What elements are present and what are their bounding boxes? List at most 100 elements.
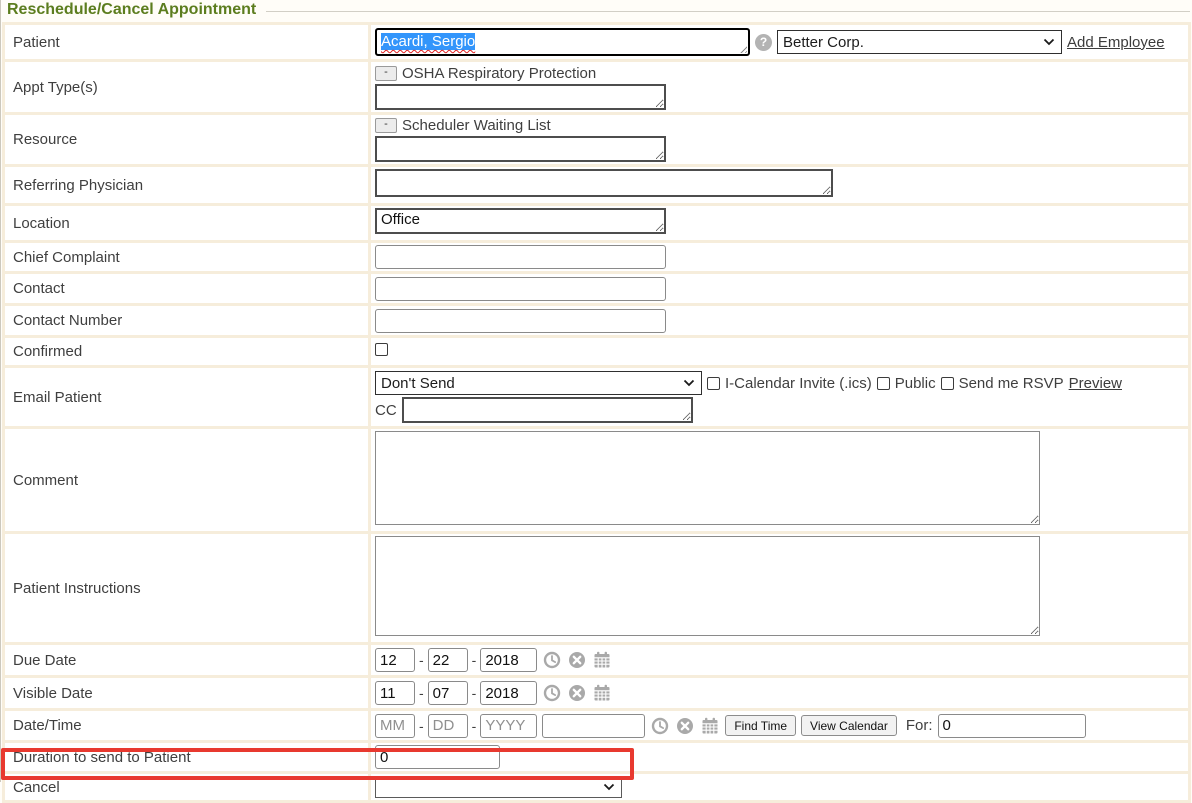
visible-date-clear-icon[interactable] <box>567 683 587 703</box>
company-select[interactable]: Better Corp. <box>777 30 1062 54</box>
duration-input[interactable] <box>375 745 500 769</box>
date-time-month-input[interactable] <box>375 714 415 738</box>
location-label: Location <box>13 215 70 232</box>
date-time-calendar-icon[interactable] <box>700 716 720 736</box>
visible-date-month-input[interactable] <box>375 681 415 705</box>
date-separator: - <box>419 652 424 668</box>
date-separator: - <box>419 685 424 701</box>
help-icon[interactable]: ? <box>755 34 772 51</box>
referring-physician-label: Referring Physician <box>13 177 143 194</box>
contact-input[interactable] <box>375 277 666 301</box>
form-header: Reschedule/Cancel Appointment <box>1 0 1192 22</box>
cancel-label: Cancel <box>13 779 60 796</box>
date-time-time-icon[interactable] <box>650 716 670 736</box>
icalendar-invite-label: I-Calendar Invite (.ics) <box>725 375 872 392</box>
add-employee-link[interactable]: Add Employee <box>1067 34 1165 51</box>
patient-input[interactable]: Acardi, Sergio <box>375 28 750 56</box>
calendar-icon <box>701 717 719 735</box>
appointment-form: Patient Acardi, Sergio ? Better Corp. Ad… <box>2 22 1191 803</box>
due-date-clear-icon[interactable] <box>567 650 587 670</box>
chief-complaint-label: Chief Complaint <box>13 249 120 266</box>
resource-input[interactable] <box>375 136 666 162</box>
row-contact-number: Contact Number <box>5 306 1188 335</box>
due-date-label: Due Date <box>13 652 76 669</box>
row-duration: Duration to send to Patient <box>5 743 1188 771</box>
public-label: Public <box>895 375 936 392</box>
resource-label: Resource <box>13 131 77 148</box>
comment-input[interactable] <box>375 431 1040 525</box>
due-date-calendar-icon[interactable] <box>592 650 612 670</box>
chevron-down-icon <box>603 783 615 791</box>
clear-icon <box>568 651 586 669</box>
visible-date-time-icon[interactable] <box>542 683 562 703</box>
calendar-icon <box>593 651 611 669</box>
for-input[interactable] <box>938 714 1086 738</box>
visible-date-year-input[interactable] <box>480 681 537 705</box>
row-resource: Resource - Scheduler Waiting List <box>5 115 1188 164</box>
row-due-date: Due Date - - <box>5 645 1188 675</box>
email-send-select[interactable]: Don't Send <box>375 371 702 395</box>
row-comment: Comment <box>5 429 1188 531</box>
row-chief-complaint: Chief Complaint <box>5 243 1188 271</box>
cc-label: CC <box>375 402 397 419</box>
row-confirmed: Confirmed <box>5 338 1188 365</box>
confirmed-label: Confirmed <box>13 343 82 360</box>
cancel-select[interactable] <box>375 776 622 798</box>
row-date-time: Date/Time - - Find Time View Calendar Fo… <box>5 711 1188 740</box>
row-cancel: Cancel <box>5 774 1188 800</box>
resource-selected: Scheduler Waiting List <box>402 117 551 134</box>
clock-icon <box>651 717 669 735</box>
remove-resource-button[interactable]: - <box>375 118 397 133</box>
public-checkbox[interactable] <box>877 377 890 390</box>
appt-type-selected: OSHA Respiratory Protection <box>402 65 596 82</box>
remove-appt-type-button[interactable]: - <box>375 66 397 81</box>
due-date-month-input[interactable] <box>375 648 415 672</box>
row-referring-physician: Referring Physician <box>5 167 1188 203</box>
email-send-select-value: Don't Send <box>381 375 455 392</box>
visible-date-label: Visible Date <box>13 685 93 702</box>
row-visible-date: Visible Date - - <box>5 678 1188 708</box>
send-me-rsvp-label: Send me RSVP <box>959 375 1064 392</box>
due-date-time-icon[interactable] <box>542 650 562 670</box>
for-label: For: <box>906 717 933 734</box>
appt-type-input[interactable] <box>375 84 666 110</box>
clock-icon <box>543 651 561 669</box>
patient-label: Patient <box>13 34 60 51</box>
cc-input[interactable] <box>402 397 693 423</box>
confirmed-checkbox[interactable] <box>375 343 388 356</box>
chevron-down-icon <box>683 379 695 387</box>
date-time-year-input[interactable] <box>480 714 537 738</box>
row-patient: Patient Acardi, Sergio ? Better Corp. Ad… <box>5 25 1188 59</box>
comment-label: Comment <box>13 472 78 489</box>
page-title: Reschedule/Cancel Appointment <box>7 0 256 20</box>
location-input[interactable]: Office <box>375 208 666 234</box>
referring-physician-input[interactable] <box>375 169 833 197</box>
appt-types-label: Appt Type(s) <box>13 79 98 96</box>
visible-date-calendar-icon[interactable] <box>592 683 612 703</box>
date-separator: - <box>472 652 477 668</box>
due-date-day-input[interactable] <box>428 648 468 672</box>
preview-link[interactable]: Preview <box>1069 375 1122 392</box>
date-time-time-input[interactable] <box>542 714 645 738</box>
due-date-year-input[interactable] <box>480 648 537 672</box>
date-time-clear-icon[interactable] <box>675 716 695 736</box>
patient-instructions-input[interactable] <box>375 536 1040 636</box>
date-time-day-input[interactable] <box>428 714 468 738</box>
send-me-rsvp-checkbox[interactable] <box>941 377 954 390</box>
row-location: Location Office <box>5 206 1188 240</box>
contact-number-label: Contact Number <box>13 312 122 329</box>
row-email-patient: Email Patient Don't Send I-Calendar Invi… <box>5 368 1188 426</box>
contact-number-input[interactable] <box>375 309 666 333</box>
clear-icon <box>676 717 694 735</box>
contact-label: Contact <box>13 280 65 297</box>
calendar-icon <box>593 684 611 702</box>
visible-date-day-input[interactable] <box>428 681 468 705</box>
row-patient-instructions: Patient Instructions <box>5 534 1188 642</box>
email-patient-label: Email Patient <box>13 389 101 406</box>
icalendar-invite-checkbox[interactable] <box>707 377 720 390</box>
chief-complaint-input[interactable] <box>375 245 666 269</box>
find-time-button[interactable]: Find Time <box>725 715 796 736</box>
clock-icon <box>543 684 561 702</box>
date-time-label: Date/Time <box>13 717 82 734</box>
view-calendar-button[interactable]: View Calendar <box>801 715 897 736</box>
